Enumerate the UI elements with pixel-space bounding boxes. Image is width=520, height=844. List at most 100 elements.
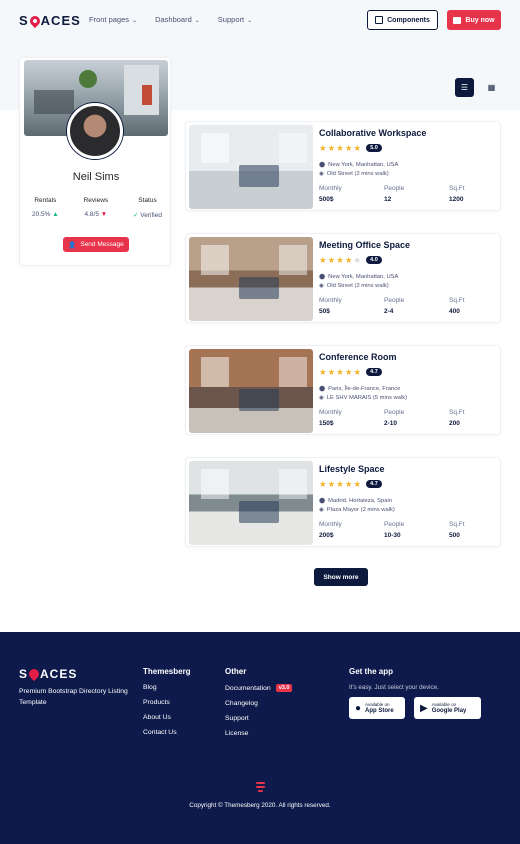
listing-image[interactable] — [189, 461, 313, 545]
map-pin-icon — [26, 666, 42, 682]
star-icon: ★ — [344, 255, 353, 265]
footer-col-other: Other Documentation v3.0 Changelog Suppor… — [225, 667, 293, 745]
footer-col-title: Other — [225, 667, 247, 676]
meta-value: 12 — [384, 196, 392, 203]
version-badge: v3.0 — [275, 684, 293, 692]
store-name: Google Play — [431, 708, 467, 714]
store-buttons: ● Available on App Store ▶ Available on Go… — [349, 697, 481, 719]
stat-value: 20.5% ▲ — [32, 211, 59, 218]
stat-value-text: 20.5% — [32, 211, 51, 218]
store-name: App Store — [365, 708, 394, 714]
transit-text: Plaza Mayor (2 mins walk) — [326, 507, 395, 513]
listing-card[interactable]: Meeting Office Space ★ ★ ★ ★ ★ 4.0 ⬤ New York,… — [185, 233, 501, 323]
listing-card[interactable]: Conference Room ★ ★ ★ ★ ★ 4.7 ⬤ Paris, Île-de-… — [185, 345, 501, 435]
rating-badge: 5.0 — [366, 144, 382, 153]
grid-view-button[interactable]: ▦ — [482, 78, 501, 97]
star-icon: ★ — [336, 143, 344, 153]
transit-icon: ◉ — [319, 395, 324, 401]
listing-location: ⬤ Madrid, Hortaleza, Spain — [319, 498, 392, 504]
footer-link-license[interactable]: License — [225, 730, 292, 737]
google-play-button[interactable]: ▶ Available on Google Play — [414, 697, 481, 719]
app-store-button[interactable]: ● Available on App Store — [349, 697, 405, 719]
components-button[interactable]: Components — [367, 10, 438, 30]
chevron-down-icon: ⌄ — [194, 18, 200, 24]
list-view-button[interactable]: ☰ — [455, 78, 474, 97]
footer-logo[interactable]: S ACES — [19, 666, 77, 682]
star-icon: ★ — [327, 367, 336, 377]
play-icon: ▶ — [420, 702, 428, 714]
footer-link-changelog[interactable]: Changelog — [225, 700, 292, 707]
footer-tagline: Premium Bootstrap Directory Listing Temp… — [19, 688, 128, 706]
meta-label: Monthly — [319, 185, 342, 192]
profile-name: Neil Sims — [72, 171, 120, 183]
transit-icon: ◉ — [319, 507, 324, 513]
meta-value: 150$ — [319, 420, 334, 427]
meta-value: 50$ — [319, 308, 330, 315]
listing-image[interactable] — [189, 125, 313, 209]
star-icon: ★ — [336, 479, 344, 489]
listing-image[interactable] — [189, 349, 313, 433]
meta-value: 10-30 — [384, 532, 401, 539]
store-small: Available on — [365, 702, 390, 707]
copyright: Copyright © Themesberg 2020. All rights … — [189, 802, 331, 809]
nav-item-dashboard[interactable]: Dashboard ⌄ — [155, 15, 200, 24]
buy-now-button[interactable]: Buy now — [447, 10, 501, 30]
meta-label: Monthly — [319, 521, 342, 528]
stat-label: Status — [138, 197, 157, 204]
avatar — [67, 103, 123, 159]
footer-link-about[interactable]: About Us — [143, 714, 191, 721]
stat-value-text: 4.8/5 — [84, 211, 99, 218]
star-icon: ★ — [319, 143, 327, 153]
listing-transit: ◉ LE SHV MARAIS (5 mins walk) — [319, 395, 407, 401]
listing-image[interactable] — [189, 237, 313, 321]
map-pin-icon — [27, 13, 42, 28]
star-icon: ★ — [336, 367, 344, 377]
nav-item-support[interactable]: Support ⌄ — [218, 15, 252, 24]
listing-title[interactable]: Conference Room — [319, 352, 397, 362]
meta-value: 2-10 — [384, 420, 398, 427]
meta-value: 400 — [449, 308, 460, 315]
listing-rating: ★ ★ ★ ★ ★ 4.0 — [319, 256, 382, 265]
listing-transit: ◉ Plaza Mayor (2 mins walk) — [319, 507, 395, 513]
footer-link-documentation[interactable]: Documentation v3.0 — [225, 684, 293, 692]
transit-text: Old Street (2 mins walk) — [326, 171, 389, 177]
footer-link-blog[interactable]: Blog — [143, 684, 191, 691]
nav-item-front-pages[interactable]: Front pages ⌄ — [89, 15, 137, 24]
footer-link-support[interactable]: Support — [225, 715, 292, 722]
meta-label: People — [384, 297, 405, 304]
stat-status: Status ✓ Verified — [133, 197, 162, 219]
meta-value: 200$ — [319, 532, 334, 539]
meta-value: 500$ — [319, 196, 334, 203]
listing-meta: Monthly 500$ People 12 Sq.Ft 1200 — [319, 185, 497, 203]
send-message-button[interactable]: 👤 Send Message — [63, 237, 129, 252]
star-icon: ★ — [327, 143, 336, 153]
store-small: Available on — [431, 702, 457, 707]
star-icon: ★ — [319, 367, 327, 377]
listing-location: ⬤ New York, Manhattan, USA — [319, 274, 398, 280]
listing-card[interactable]: Collaborative Workspace ★ ★ ★ ★ ★ 5.0 ⬤ New Yo… — [185, 121, 501, 211]
listing-title[interactable]: Meeting Office Space — [319, 240, 410, 250]
show-more-button[interactable]: Show more — [314, 568, 368, 586]
star-icon: ★ — [353, 367, 362, 377]
location-text: New York, Manhattan, USA — [328, 274, 399, 280]
footer-link-label: Documentation — [225, 684, 271, 692]
star-icon: ★ — [319, 479, 327, 489]
footer-link-products[interactable]: Products — [143, 699, 191, 706]
listing-title[interactable]: Lifestyle Space — [319, 464, 385, 474]
transit-text: Old Street (2 mins walk) — [326, 283, 389, 289]
star-icon: ★ — [319, 255, 327, 265]
listing-transit: ◉ Old Street (2 mins walk) — [319, 171, 389, 177]
book-icon — [375, 16, 384, 24]
list-icon: ☰ — [460, 83, 469, 92]
send-message-label: Send Message — [80, 241, 124, 248]
star-icon: ★ — [336, 255, 344, 265]
logo[interactable]: S ACES — [19, 13, 81, 28]
footer-link-contact[interactable]: Contact Us — [143, 729, 191, 736]
meta-label: Sq.Ft — [449, 185, 465, 192]
meta-label: Sq.Ft — [449, 409, 465, 416]
components-button-label: Components — [387, 16, 430, 24]
listing-card[interactable]: Lifestyle Space ★ ★ ★ ★ ★ 4.7 ⬤ Madrid, Hortal… — [185, 457, 501, 547]
listing-title[interactable]: Collaborative Workspace — [319, 128, 426, 138]
logo-text-right: ACES — [40, 13, 81, 28]
profile-stats: Rentals 20.5% ▲ Reviews 4.8/5 ▼ Status ✓… — [32, 197, 162, 219]
